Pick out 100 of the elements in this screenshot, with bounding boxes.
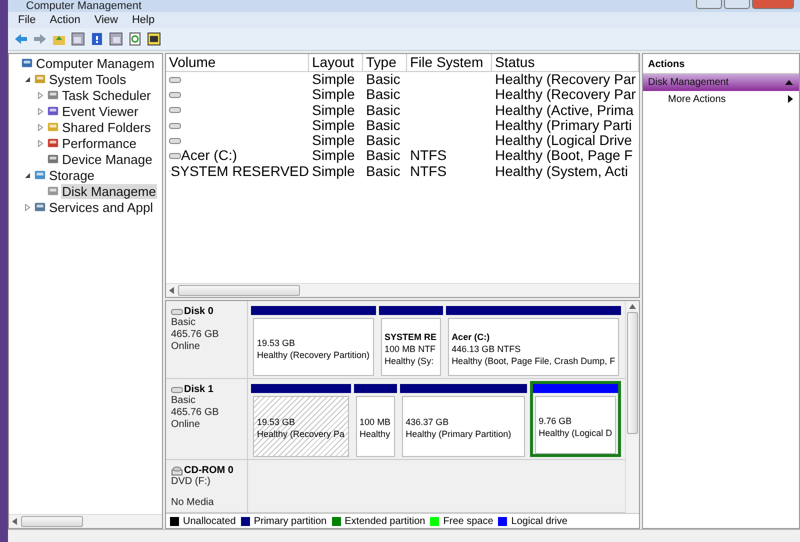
partition-size: 436.37 GB: [406, 416, 450, 428]
folder-icon: [47, 121, 59, 133]
clock-icon: [47, 89, 59, 101]
column-header[interactable]: Volume: [166, 54, 309, 72]
refresh-icon[interactable]: [128, 32, 142, 46]
scroll-up-arrow-icon[interactable]: [629, 304, 636, 309]
vertical-scrollbar[interactable]: [625, 301, 639, 513]
maximize-button[interactable]: [724, 0, 750, 9]
menu-item[interactable]: View: [94, 14, 118, 26]
disk-info-text: 465.76 GB: [171, 329, 220, 341]
table-cell: Healthy (Active, Prima: [495, 102, 634, 118]
table-cell: Basic: [366, 164, 400, 180]
expand-arrow-icon[interactable]: [37, 108, 44, 114]
legend-label: Logical drive: [511, 516, 568, 526]
table-cell: Healthy (Primary Parti: [495, 118, 632, 134]
partition-box[interactable]: Acer (C:) 446.13 GB NTFS Healthy (Boot, Page File, Crash Dump, F: [448, 318, 620, 376]
table-cell: Basic: [366, 148, 400, 164]
disk-info-text: DVD (F:): [171, 476, 212, 488]
horizontal-scrollbar[interactable]: [9, 514, 162, 528]
partition-status: Healthy (Primary Partition): [406, 428, 512, 440]
help-icon[interactable]: [90, 32, 104, 46]
table-cell: Simple: [312, 148, 355, 164]
actions-section-header[interactable]: Disk Management: [643, 74, 799, 91]
disk-name: Disk 1: [171, 384, 247, 395]
disk-info-text: Online: [171, 341, 201, 353]
partition-size: 100 MB NTF: [384, 342, 437, 354]
column-header[interactable]: Layout: [309, 54, 363, 72]
table-cell: Healthy (Recovery Par: [495, 72, 636, 88]
menu-item[interactable]: Help: [132, 14, 155, 26]
panel-icon[interactable]: [71, 32, 85, 46]
menu-item[interactable]: Action: [50, 14, 80, 26]
tree-item[interactable]: Task Scheduler: [61, 88, 152, 102]
partition-box[interactable]: SYSTEM RE 100 MB NTF Healthy (Sy:: [380, 318, 441, 376]
legend-label: Free space: [443, 516, 494, 526]
partition-label: Acer (C:): [452, 330, 491, 342]
table-cell: NTFS: [410, 164, 447, 180]
collapse-arrow-icon[interactable]: [24, 76, 31, 82]
table-cell: Simple: [312, 118, 355, 134]
scroll-left-arrow-icon[interactable]: [12, 518, 18, 525]
legend-label: Unallocated: [183, 516, 236, 526]
table-cell: Healthy (Boot, Page F: [495, 148, 633, 164]
scroll-left-arrow-icon[interactable]: [169, 287, 175, 294]
disk-name: Disk 0: [171, 306, 247, 317]
cd-drive-icon: [171, 465, 183, 476]
menu-item[interactable]: File: [18, 14, 36, 26]
partition-status: Healthy: [360, 428, 391, 440]
tree-item[interactable]: System Tools: [48, 72, 128, 86]
expand-arrow-icon[interactable]: [24, 204, 31, 210]
partition-box[interactable]: 436.37 GB Healthy (Primary Partition): [402, 396, 525, 457]
column-header[interactable]: File System: [407, 54, 492, 72]
tree-item[interactable]: Device Manage: [61, 152, 154, 166]
partition-box[interactable]: 19.53 GB Healthy (Recovery Partition): [253, 318, 374, 376]
partition-size: 446.13 GB NTFS: [452, 342, 522, 354]
device-icon: [47, 153, 59, 165]
column-header[interactable]: Type: [363, 54, 407, 72]
partition-status: Healthy (Recovery Pa: [257, 428, 345, 440]
disk-name: CD-ROM 0: [171, 465, 247, 476]
horizontal-scrollbar[interactable]: [166, 283, 639, 297]
table-cell: Healthy (Logical Drive: [495, 133, 632, 148]
table-cell: Simple: [312, 72, 355, 88]
partition-box[interactable]: 19.53 GB Healthy (Recovery Pa: [253, 396, 349, 457]
window-title: Computer Management: [26, 1, 142, 12]
disk-info-text: Online: [171, 419, 201, 431]
expand-arrow-icon[interactable]: [37, 92, 44, 98]
column-header[interactable]: Status: [492, 54, 639, 72]
legend-label: Extended partition: [344, 516, 426, 526]
table-cell: Basic: [366, 133, 400, 148]
table-cell: NTFS: [410, 148, 447, 164]
tree-item[interactable]: Event Viewer: [61, 104, 140, 118]
services-icon: [34, 201, 46, 213]
tree-item[interactable]: Services and Appl: [48, 200, 154, 214]
partition-box[interactable]: 9.76 GB Healthy (Logical D: [534, 396, 616, 454]
tree-item[interactable]: Storage: [48, 168, 96, 182]
panel-icon[interactable]: [109, 32, 123, 46]
legend-label: Primary partition: [254, 516, 327, 526]
expand-arrow-icon[interactable]: [37, 124, 44, 130]
table-cell: Basic: [366, 118, 400, 134]
table-cell: Basic: [366, 87, 400, 103]
properties-icon[interactable]: [147, 32, 161, 46]
table-cell: Simple: [312, 87, 355, 103]
forward-arrow-icon[interactable]: [33, 32, 47, 46]
expand-arrow-icon[interactable]: [37, 140, 44, 146]
tree-item[interactable]: Disk Manageme: [61, 184, 157, 198]
tree-item[interactable]: Computer Managem: [35, 56, 156, 70]
table-cell: Healthy (Recovery Par: [495, 87, 636, 103]
back-arrow-icon[interactable]: [14, 32, 28, 46]
disk-info-text: 465.76 GB: [171, 407, 220, 419]
tools-icon: [34, 73, 46, 85]
tree-item[interactable]: Performance: [61, 136, 138, 150]
table-cell: Simple: [312, 102, 355, 118]
tree-item[interactable]: Shared Folders: [61, 120, 152, 134]
event-icon: [47, 105, 59, 117]
partition-status: Healthy (Logical D: [538, 426, 612, 438]
partition-box[interactable]: 100 MB Healthy: [356, 396, 395, 457]
computer-icon: [21, 57, 33, 69]
action-item[interactable]: More Actions: [643, 91, 799, 107]
partition-size: 100 MB: [360, 416, 391, 428]
partition-status: Healthy (Recovery Partition): [257, 348, 370, 360]
collapse-arrow-icon[interactable]: [24, 172, 31, 178]
minimize-button[interactable]: [696, 0, 722, 9]
